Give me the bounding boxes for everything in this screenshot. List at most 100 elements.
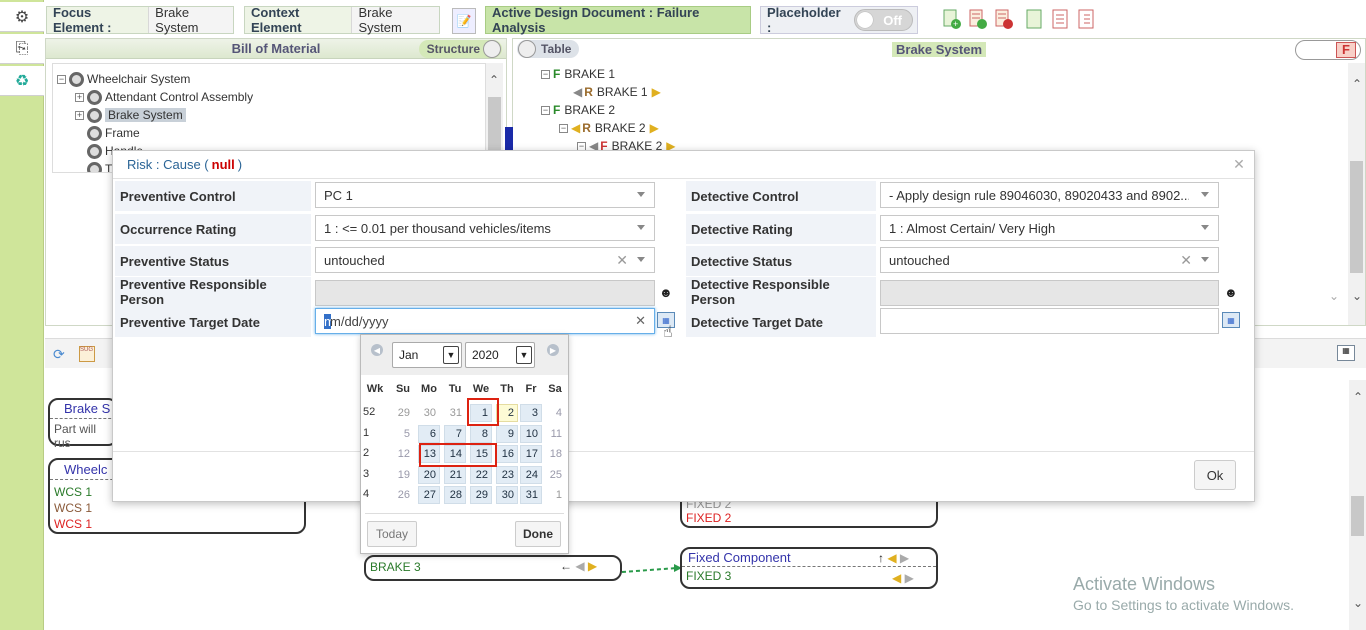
calendar-day[interactable]: 9: [496, 425, 518, 443]
tree-node[interactable]: Frame: [87, 124, 140, 142]
back-arrow-icon[interactable]: ← ◀ ▶: [560, 559, 597, 573]
person-picker-icon[interactable]: ☻: [659, 285, 673, 300]
calendar-day[interactable]: 31: [520, 486, 542, 504]
export-icon[interactable]: ⎘: [0, 34, 44, 64]
calendar-day[interactable]: 2: [496, 404, 518, 422]
brake-3-card[interactable]: BRAKE 3 ← ◀ ▶: [364, 555, 622, 581]
calendar-day[interactable]: 17: [520, 445, 542, 463]
calendar-day[interactable]: 11: [544, 425, 566, 443]
brake-tree-node[interactable]: − ◀ R BRAKE 2 ▶: [559, 119, 659, 137]
ok-button[interactable]: Ok: [1194, 460, 1236, 490]
detective-status-select[interactable]: untouched ✕: [880, 247, 1219, 273]
calendar-day[interactable]: 25: [544, 466, 566, 484]
fixed-component-card[interactable]: Fixed Component FIXED 3 ↑ ◀ ▶ ◀ ▶: [680, 547, 938, 589]
calendar-day[interactable]: 8: [470, 425, 492, 443]
calendar-day[interactable]: 23: [496, 466, 518, 484]
scroll-down-icon[interactable]: ⌄: [1353, 596, 1363, 610]
calendar-day[interactable]: 19: [392, 466, 414, 484]
scroll-up-icon[interactable]: ⌃: [1352, 77, 1362, 91]
focus-element-value[interactable]: Brake System: [148, 5, 233, 35]
preventive-control-select[interactable]: PC 1: [315, 182, 655, 208]
preventive-status-select[interactable]: untouched ✕: [315, 247, 655, 273]
add-document-icon[interactable]: +: [942, 8, 962, 30]
prev-month-icon[interactable]: ◀: [371, 344, 383, 356]
placeholder-toggle[interactable]: Off: [853, 9, 913, 31]
done-button[interactable]: Done: [515, 521, 561, 547]
brake-tree-node[interactable]: ◀ R BRAKE 1 ▶: [573, 83, 661, 101]
calendar-day[interactable]: 29: [392, 404, 414, 422]
blank-document-icon[interactable]: [1024, 8, 1044, 30]
add-list-icon[interactable]: [968, 8, 988, 30]
calendar-day[interactable]: 16: [496, 445, 518, 463]
suggest-icon[interactable]: SUG: [79, 346, 95, 362]
nav-arrows-icon[interactable]: ↑ ◀ ▶: [878, 551, 909, 565]
table-toggle[interactable]: Table: [517, 40, 580, 58]
flag-toggle[interactable]: F: [1295, 40, 1361, 60]
tree-node[interactable]: − Wheelchair System: [57, 70, 190, 88]
brake-scrollbar[interactable]: ⌃ ⌄: [1348, 63, 1365, 325]
scroll-down-icon[interactable]: ⌄: [1352, 289, 1362, 303]
tree-node[interactable]: + Attendant Control Assembly: [75, 88, 253, 106]
detective-control-select[interactable]: - Apply design rule 89046030, 89020433 a…: [880, 182, 1219, 208]
remove-list-icon[interactable]: [994, 8, 1014, 30]
calendar-day[interactable]: 5: [392, 425, 414, 443]
calendar-day[interactable]: 12: [392, 445, 414, 463]
nav-arrows-icon[interactable]: ◀ ▶: [892, 571, 914, 585]
calendar-day[interactable]: 7: [444, 425, 466, 443]
next-month-icon[interactable]: ▶: [547, 344, 559, 356]
weekday-header: Fr: [525, 383, 537, 395]
calendar-day[interactable]: 26: [392, 486, 414, 504]
clear-icon[interactable]: ✕: [616, 252, 628, 269]
splitter-handle[interactable]: [505, 127, 513, 151]
person-picker-icon[interactable]: ☻: [1224, 285, 1238, 300]
highlight-box: [467, 398, 499, 426]
calendar-day[interactable]: 3: [520, 404, 542, 422]
today-button[interactable]: Today: [367, 521, 417, 547]
refresh-icon[interactable]: ⟳: [53, 346, 65, 363]
calendar-day[interactable]: 20: [418, 466, 440, 484]
occurrence-rating-select[interactable]: 1 : <= 0.01 per thousand vehicles/items: [315, 215, 655, 241]
calendar-day[interactable]: 27: [418, 486, 440, 504]
calendar-day[interactable]: 28: [444, 486, 466, 504]
detective-person-field[interactable]: [880, 280, 1219, 306]
calendar-icon[interactable]: ▦: [1222, 312, 1240, 328]
scroll-up-icon[interactable]: ⌃: [1353, 390, 1363, 404]
ordered-list-icon[interactable]: [1076, 8, 1096, 30]
detective-date-input[interactable]: [880, 308, 1219, 334]
calendar-day[interactable]: 21: [444, 466, 466, 484]
calendar-day[interactable]: 6: [418, 425, 440, 443]
brake-tree-node[interactable]: − F BRAKE 2: [541, 101, 615, 119]
calendar-day[interactable]: 18: [544, 445, 566, 463]
calendar-day[interactable]: 29: [470, 486, 492, 504]
refresh-cycle-icon[interactable]: ♻: [0, 66, 44, 96]
calendar-day[interactable]: 30: [496, 486, 518, 504]
settings-gear-icon[interactable]: ⚙: [0, 2, 44, 32]
clear-icon[interactable]: ✕: [635, 313, 646, 329]
canvas-scrollbar[interactable]: ⌃ ⌄: [1349, 380, 1366, 630]
calendar-day[interactable]: 24: [520, 466, 542, 484]
calendar-day[interactable]: 30: [418, 404, 440, 422]
calendar-day[interactable]: 1: [544, 486, 566, 504]
preventive-date-input[interactable]: mm/dd/yyyy✕: [315, 308, 655, 334]
calendar-day[interactable]: 22: [470, 466, 492, 484]
close-icon[interactable]: ✕: [1232, 157, 1246, 171]
numbered-list-icon[interactable]: [1050, 8, 1070, 30]
scroll-up-icon[interactable]: ⌃: [489, 73, 499, 87]
calendar-day[interactable]: 4: [544, 404, 566, 422]
tree-node-selected[interactable]: + Brake System: [75, 106, 186, 124]
brake-tree-node[interactable]: − F BRAKE 1: [541, 65, 615, 83]
brake-system-card[interactable]: Brake S Part will rus: [48, 398, 118, 450]
clear-icon[interactable]: ✕: [1180, 252, 1192, 269]
month-select[interactable]: Jan ▼: [392, 342, 462, 368]
year-select[interactable]: 2020 ▼: [465, 342, 535, 368]
calendar-day[interactable]: 31: [444, 404, 466, 422]
detective-rating-select[interactable]: 1 : Almost Certain/ Very High: [880, 215, 1219, 241]
calendar-day[interactable]: 10: [520, 425, 542, 443]
structure-toggle[interactable]: Structure: [418, 40, 502, 58]
edit-document-icon[interactable]: 📝: [452, 8, 476, 34]
preventive-person-field[interactable]: [315, 280, 655, 306]
collapse-chevron-icon[interactable]: ⌄: [1329, 289, 1339, 303]
tree-node[interactable]: T: [87, 160, 112, 172]
context-element-value[interactable]: Brake System: [351, 5, 439, 35]
table-view-icon[interactable]: ▦: [1337, 345, 1355, 361]
